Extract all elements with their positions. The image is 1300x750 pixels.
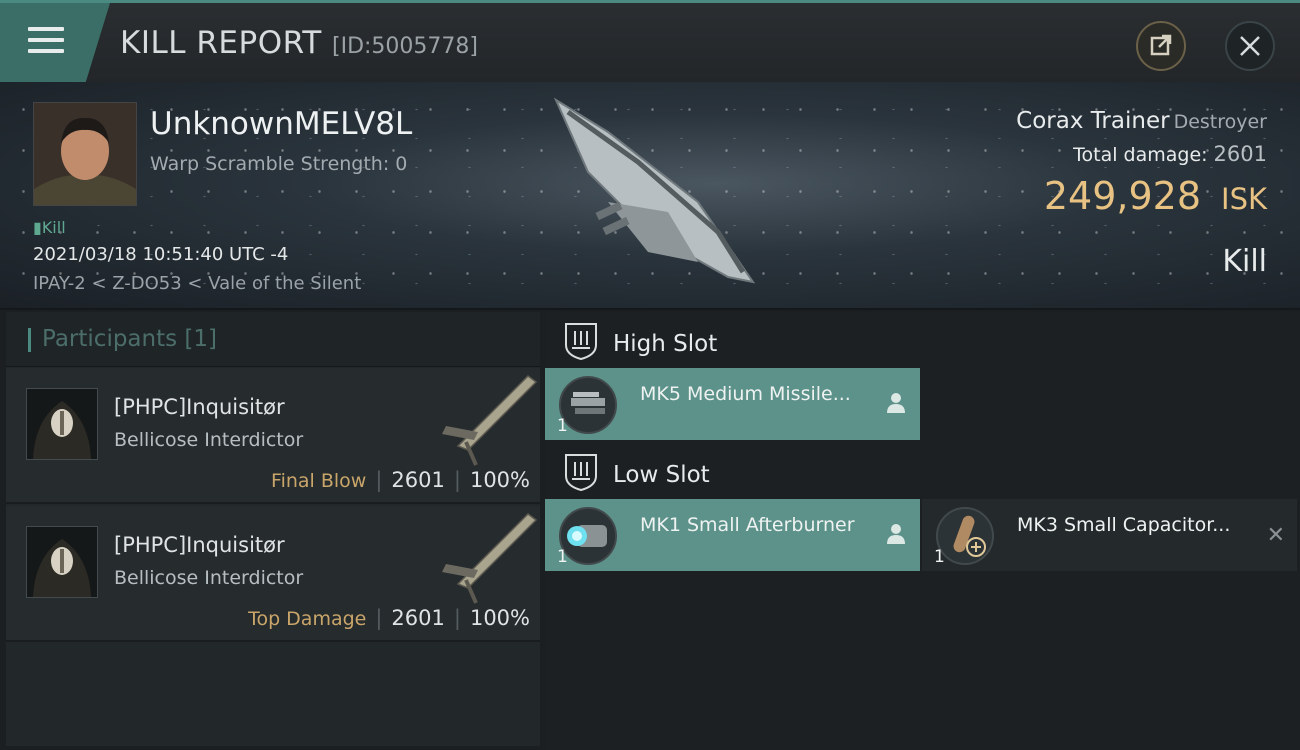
participant-tag: Top Damage <box>248 608 367 630</box>
kill-tag: ▮Kill <box>33 218 66 237</box>
ship-name[interactable]: Corax Trainer <box>1016 108 1169 134</box>
participant-stats: Final Blow | 2601 | 100% <box>271 468 530 492</box>
ship-name-line: Corax Trainer Destroyer <box>1016 108 1267 134</box>
destroyed-marker-icon: ✕ <box>1266 523 1285 548</box>
kill-result: Kill <box>1222 244 1267 279</box>
fitting-panel: High Slot 1 MK5 Medium Missile... Low Sl… <box>545 312 1300 750</box>
module-name: MK3 Small Capacitor... <box>1017 514 1231 536</box>
pilot-icon <box>887 524 905 544</box>
close-icon <box>1240 36 1260 56</box>
participants-header: Participants [1] <box>6 312 540 367</box>
stats-divider: | <box>375 468 383 492</box>
kill-tag-label: Kill <box>41 218 66 237</box>
isk-unit: ISK <box>1221 182 1267 216</box>
total-damage: Total damage: 2601 <box>1073 142 1267 166</box>
victim-portrait[interactable] <box>33 102 137 206</box>
kill-summary: UnknownMELV8L Warp Scramble Strength: 0 … <box>0 82 1300 310</box>
participant-card[interactable]: [PHPC]Inquisitør Bellicose Interdictor F… <box>6 368 540 504</box>
stats-divider: | <box>453 606 461 630</box>
total-damage-label: Total damage: <box>1073 144 1208 166</box>
header-accent-bar <box>28 328 31 352</box>
module-slot[interactable]: 1 MK1 Small Afterburner <box>545 499 920 571</box>
module-name: MK5 Medium Missile... <box>640 383 851 405</box>
isk-amount: 249,928 <box>1043 174 1202 218</box>
window-title: KILL REPORT <box>120 25 322 61</box>
participant-ship: Bellicose Interdictor <box>114 429 304 451</box>
dropped-module-slot[interactable]: 1 MK3 Small Capacitor... ✕ <box>922 499 1297 571</box>
participant-tag: Final Blow <box>271 470 367 492</box>
hamburger-icon <box>28 27 64 57</box>
participant-percent: 100% <box>469 606 530 630</box>
warp-scramble-strength: Warp Scramble Strength: 0 <box>150 153 408 175</box>
participant-damage: 2601 <box>391 468 445 492</box>
participant-name[interactable]: [PHPC]Inquisitør <box>114 533 285 557</box>
module-quantity: 1 <box>557 416 568 436</box>
share-button[interactable] <box>1136 21 1186 71</box>
module-quantity: 1 <box>934 547 945 567</box>
participants-title: Participants [1] <box>42 326 217 352</box>
high-slot-icon <box>565 323 597 361</box>
module-name: MK1 Small Afterburner <box>640 514 855 536</box>
participant-portrait[interactable] <box>26 526 98 598</box>
kill-location: IPAY-2 < Z-DO53 < Vale of the Silent <box>33 273 362 294</box>
participant-card[interactable]: [PHPC]Inquisitør Bellicose Interdictor T… <box>6 506 540 642</box>
victim-name[interactable]: UnknownMELV8L <box>150 106 412 142</box>
share-icon <box>1150 34 1172 56</box>
participant-ship: Bellicose Interdictor <box>114 567 304 589</box>
participants-count: [1] <box>184 326 218 352</box>
menu-button[interactable] <box>0 3 110 82</box>
low-slot-icon <box>565 454 597 492</box>
participant-ship-image <box>442 513 538 604</box>
participant-damage: 2601 <box>391 606 445 630</box>
module-quantity: 1 <box>557 547 568 567</box>
stats-divider: | <box>375 606 383 630</box>
participant-ship-image <box>442 375 538 466</box>
high-slot-label: High Slot <box>613 331 718 357</box>
participant-percent: 100% <box>469 468 530 492</box>
victim-ship-image[interactable] <box>548 92 768 292</box>
ship-class: Destroyer <box>1173 111 1267 133</box>
participants-label: Participants <box>42 326 178 352</box>
stats-divider: | <box>453 468 461 492</box>
participant-name[interactable]: [PHPC]Inquisitør <box>114 395 285 419</box>
total-damage-value: 2601 <box>1213 142 1267 166</box>
kill-id: [ID:5005778] <box>332 34 478 59</box>
low-slot-label: Low Slot <box>613 462 710 488</box>
module-slot[interactable]: 1 MK5 Medium Missile... <box>545 368 920 440</box>
participants-panel: Participants [1] [PHPC]Inquisitør Bellic… <box>6 312 540 746</box>
title-bar: KILL REPORT [ID:5005778] <box>0 0 1300 82</box>
participant-portrait[interactable] <box>26 388 98 460</box>
pilot-icon <box>887 393 905 413</box>
isk-value: 249,928 ISK <box>1044 174 1267 218</box>
participant-stats: Top Damage | 2601 | 100% <box>248 606 530 630</box>
close-button[interactable] <box>1225 21 1275 71</box>
kill-datetime: 2021/03/18 10:51:40 UTC -4 <box>33 244 289 265</box>
